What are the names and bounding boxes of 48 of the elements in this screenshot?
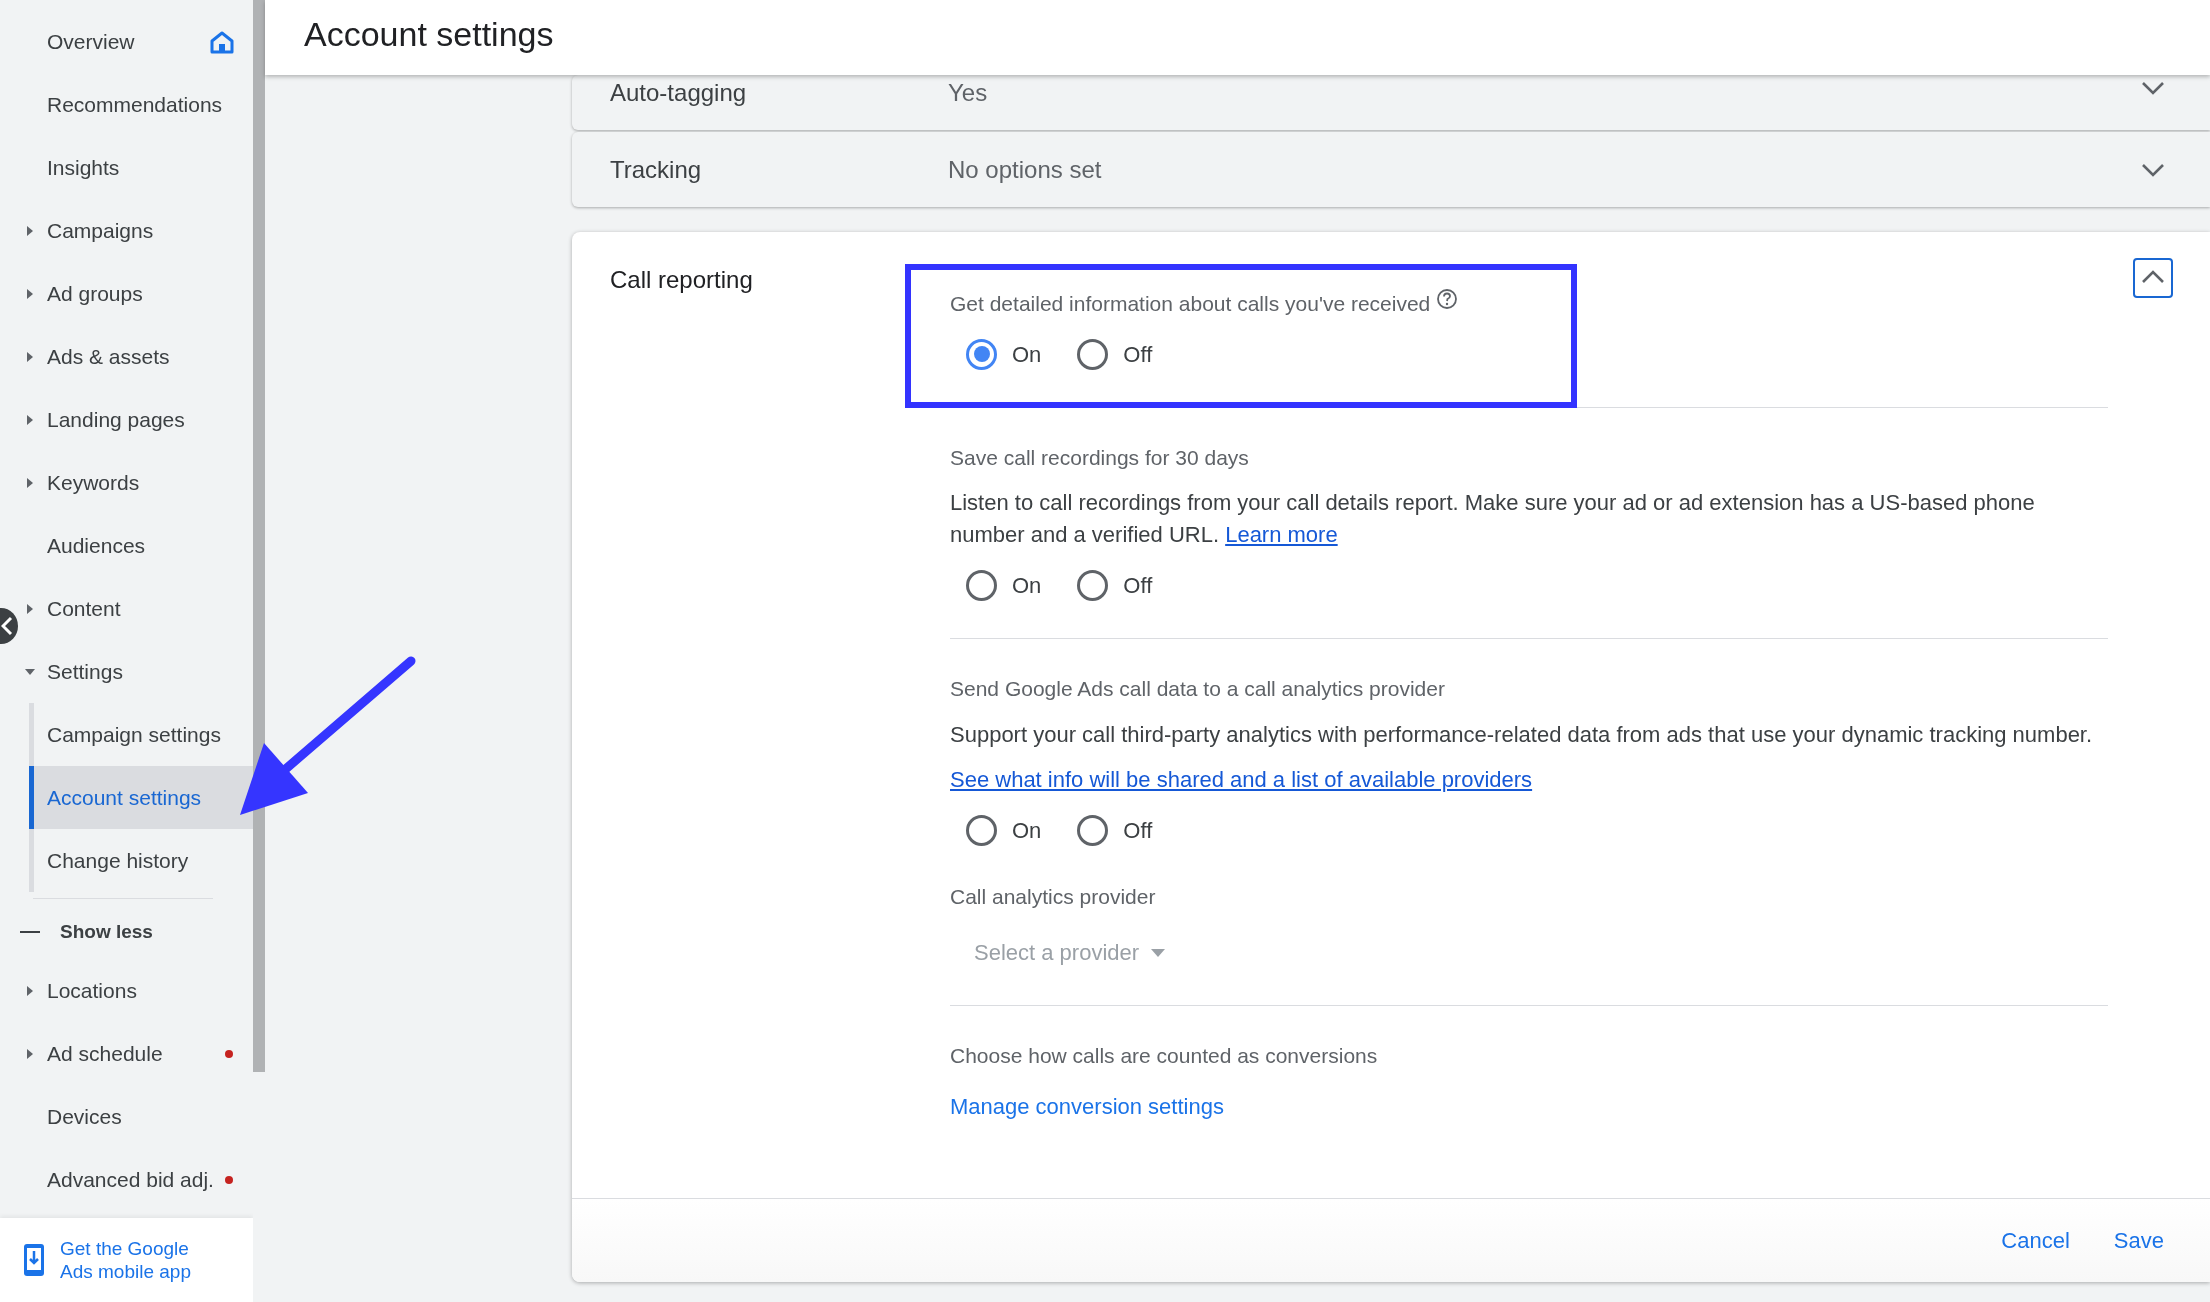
sidebar-item[interactable]: Change history [34, 829, 253, 892]
sidebar-item[interactable]: Ads & assets [20, 325, 253, 388]
sidebar-item[interactable]: Account settings [29, 766, 253, 829]
radio-option[interactable]: On [966, 569, 1042, 602]
section-title: Call reporting [609, 265, 754, 295]
collapsed-section[interactable]: Tracking No options set [572, 132, 2210, 207]
setting-label: Get detailed information about calls you've received [950, 288, 2108, 320]
sidebar-item[interactable]: Keywords [20, 451, 253, 514]
sidebar-item[interactable]: Campaigns [20, 199, 253, 262]
sidebar-item[interactable]: Advanced bid adj. [20, 1148, 253, 1211]
sidebar-item[interactable]: Locations [20, 959, 253, 1022]
setting-description: Support your call third-party analytics with performance-related data from ads that use your dynamic tracking number. [950, 720, 2094, 749]
cancel-button[interactable]: Cancel [1989, 1218, 2082, 1263]
sidebar-item[interactable]: Insights [20, 136, 253, 199]
collapsed-section[interactable]: Auto-tagging Yes [572, 75, 2210, 130]
home-icon [210, 29, 234, 54]
page-title: Account settings [304, 14, 554, 55]
sidebar-item[interactable]: Campaign settings [34, 703, 253, 766]
setting-label: Choose how calls are counted as conversions [950, 1043, 1379, 1069]
save-button[interactable]: Save [2101, 1218, 2176, 1263]
radio-option[interactable]: Off [1077, 569, 1153, 602]
sidebar-item[interactable]: Ad groups [20, 262, 253, 325]
setting-label: Call analytics provider [950, 883, 1157, 910]
scrollbar-thumb[interactable] [253, 0, 265, 1072]
setting-label: Save call recordings for 30 days [950, 444, 1250, 471]
phone-download-icon [22, 1243, 46, 1277]
setting-label: Send Google Ads call data to a call analytics provider [950, 676, 1446, 702]
conversion-settings-link[interactable]: Manage conversion settings [950, 1089, 1224, 1123]
sidebar-item[interactable]: Ad schedule [20, 1022, 253, 1085]
sidebar-item[interactable]: Overview [20, 10, 253, 73]
collapse-section-button[interactable] [2133, 258, 2173, 298]
learn-more-link[interactable]: Learn more [1225, 522, 1338, 547]
sidebar-item[interactable]: Content [20, 577, 253, 640]
radio-option[interactable]: On [966, 813, 1042, 847]
radio-option[interactable]: Off [1077, 337, 1153, 371]
radio-option[interactable]: Off [1077, 813, 1153, 847]
sidebar-item[interactable]: Landing pages [20, 388, 253, 451]
chevron-left-icon [1, 616, 13, 636]
sidebar-item[interactable]: Settings [20, 640, 253, 703]
radio-option[interactable]: On [966, 337, 1042, 371]
setting-description: Listen to call recordings from your call details report. Make sure your ad or ad extension has a US-based phone number and a verified URL. Learn more [950, 489, 2036, 549]
sidebar-item[interactable]: Audiences [20, 514, 253, 577]
sidebar-item[interactable]: Recommendations [20, 73, 253, 136]
show-less-toggle[interactable]: Show less [60, 917, 153, 947]
sidebar-item[interactable]: Devices [20, 1085, 253, 1148]
caret-down-icon [1151, 948, 1166, 957]
providers-link[interactable]: See what info will be shared and a list of available providers [950, 762, 1533, 796]
minus-icon [20, 931, 40, 933]
